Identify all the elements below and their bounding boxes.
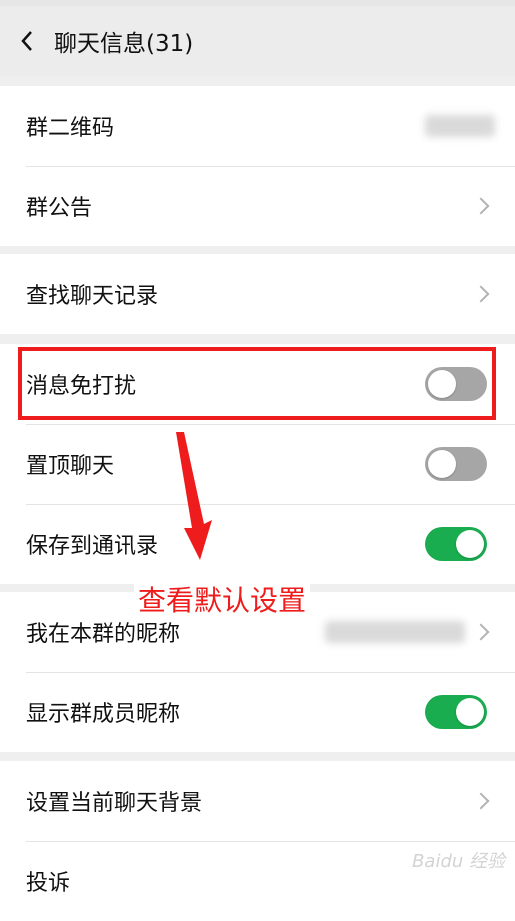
- toggle-knob: [456, 530, 484, 558]
- row-set-chat-background[interactable]: 设置当前聊天背景: [0, 761, 515, 841]
- row-label: 显示群成员昵称: [26, 702, 181, 727]
- show-member-nicknames-toggle[interactable]: [425, 695, 487, 729]
- row-label: 群二维码: [26, 116, 115, 141]
- row-search-chat-history[interactable]: 查找聊天记录: [0, 254, 515, 334]
- row-show-member-nicknames: 显示群成员昵称: [0, 672, 515, 752]
- save-to-contacts-toggle[interactable]: [425, 527, 487, 561]
- red-highlight-box: [18, 347, 496, 420]
- top-bar: 聊天信息(31): [0, 6, 515, 76]
- group-qr-notice: 群二维码 群公告: [0, 86, 515, 246]
- group-search: 查找聊天记录: [0, 254, 515, 334]
- chevron-right-icon: [472, 197, 490, 215]
- watermark: Baidu 经验: [412, 851, 505, 872]
- back-arrow-icon: [21, 31, 32, 51]
- blurred-qr-thumbnail: [425, 115, 495, 137]
- red-arrow-icon: [176, 432, 212, 560]
- row-group-notice[interactable]: 群公告: [0, 166, 515, 246]
- row-pin-chat: 置顶聊天: [0, 424, 515, 504]
- row-label: 群公告: [26, 196, 93, 221]
- blurred-nickname-value: [325, 621, 465, 643]
- row-label: 保存到通讯录: [26, 534, 159, 559]
- chevron-right-icon: [472, 285, 490, 303]
- chevron-right-icon: [472, 623, 490, 641]
- toggle-knob: [456, 698, 484, 726]
- row-label: 查找聊天记录: [26, 284, 159, 309]
- row-label: 设置当前聊天背景: [26, 791, 203, 816]
- page-title: 聊天信息(31): [54, 31, 194, 57]
- back-button[interactable]: [0, 6, 54, 76]
- row-label: 投诉: [26, 871, 71, 896]
- annotation-text: 查看默认设置: [134, 579, 311, 619]
- pin-chat-toggle[interactable]: [425, 447, 487, 481]
- toggle-knob: [428, 450, 456, 478]
- row-label: 我在本群的昵称: [26, 622, 181, 647]
- chevron-right-icon: [472, 792, 490, 810]
- row-group-qr-code[interactable]: 群二维码: [0, 86, 515, 166]
- row-label: 置顶聊天: [26, 454, 115, 479]
- group-background-report: 设置当前聊天背景 投诉: [0, 761, 515, 921]
- row-save-to-contacts: 保存到通讯录: [0, 504, 515, 584]
